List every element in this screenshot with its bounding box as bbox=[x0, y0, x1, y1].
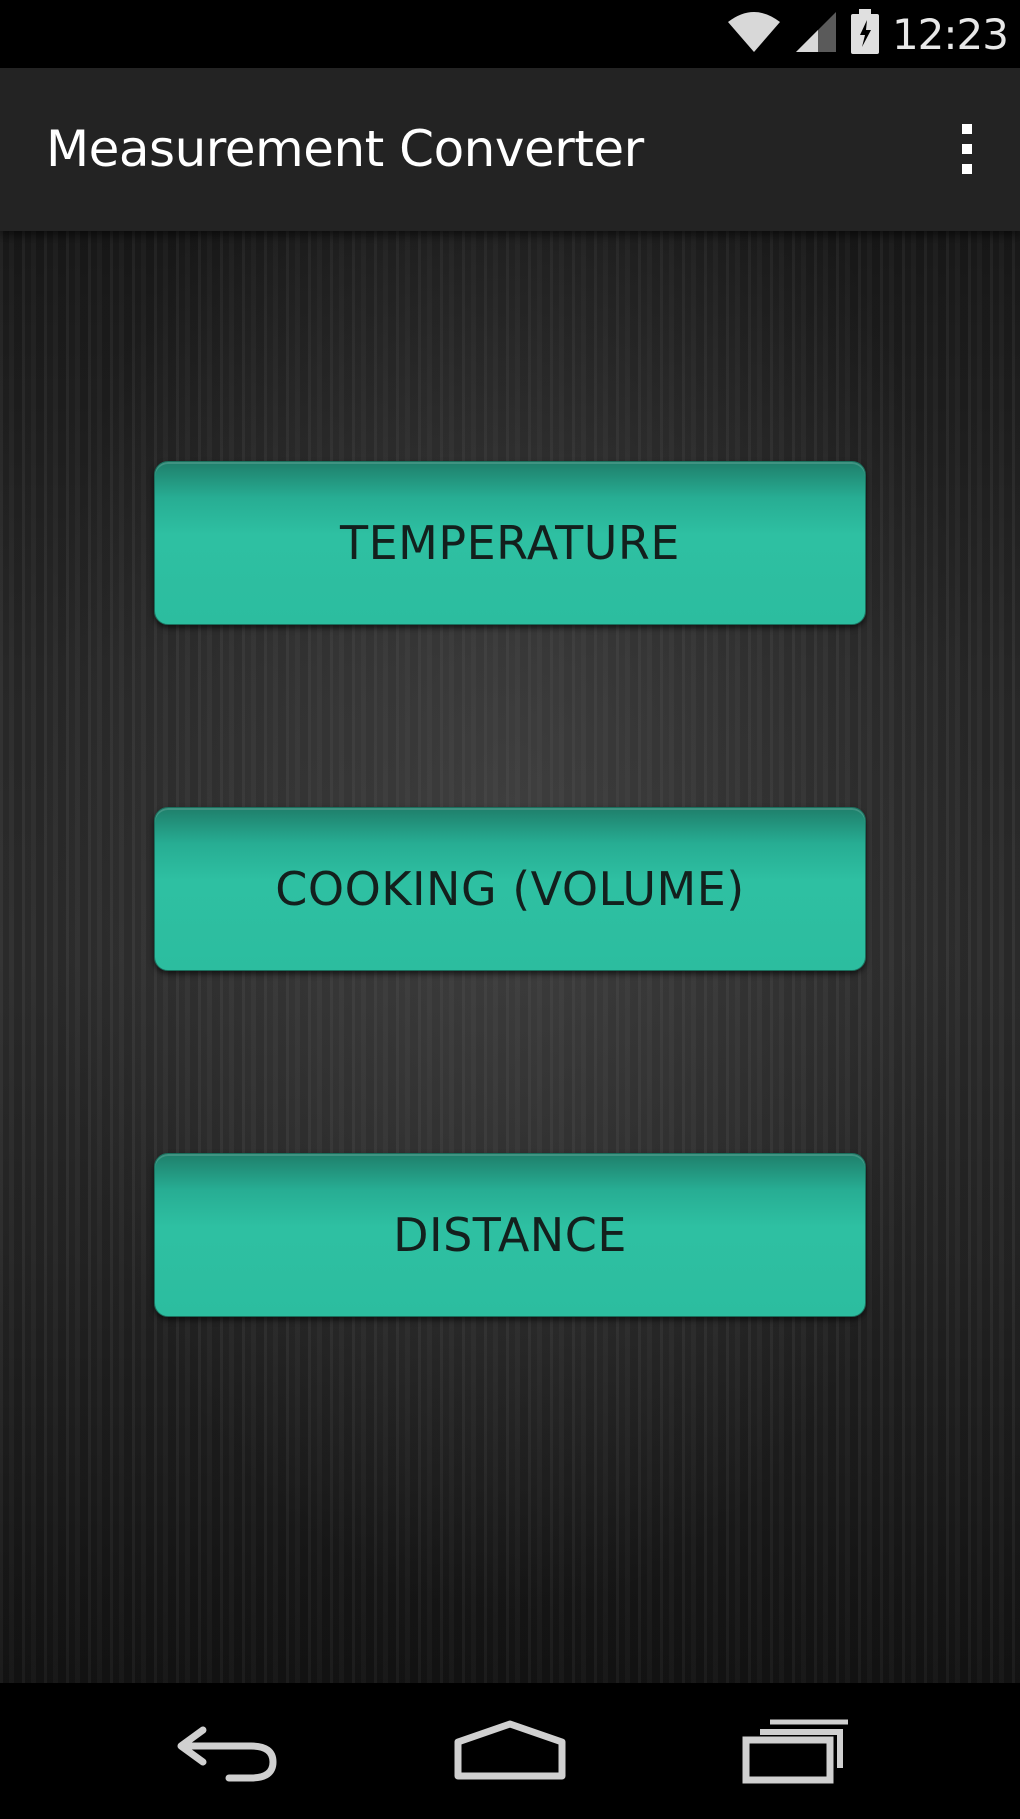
main-content: TEMPERATURE COOKING (VOLUME) DISTANCE bbox=[0, 231, 1020, 1683]
home-icon[interactable] bbox=[440, 1711, 580, 1791]
action-bar: Measurement Converter bbox=[0, 68, 1020, 231]
back-icon[interactable] bbox=[158, 1711, 298, 1791]
cooking-volume-button-label: COOKING (VOLUME) bbox=[275, 862, 745, 916]
status-icons: 12:23 bbox=[726, 0, 1009, 68]
app-title: Measurement Converter bbox=[46, 120, 644, 178]
cooking-volume-button[interactable]: COOKING (VOLUME) bbox=[154, 807, 866, 971]
cell-signal-icon bbox=[794, 10, 838, 58]
wifi-icon bbox=[726, 10, 782, 58]
distance-button-label: DISTANCE bbox=[393, 1208, 627, 1262]
overflow-menu-icon[interactable] bbox=[952, 120, 982, 180]
temperature-button[interactable]: TEMPERATURE bbox=[154, 461, 866, 625]
temperature-button-label: TEMPERATURE bbox=[340, 516, 680, 570]
battery-icon bbox=[850, 9, 880, 59]
status-bar: 12:23 bbox=[0, 0, 1020, 68]
app-screen: 12:23 Measurement Converter TEMPERATURE … bbox=[0, 0, 1020, 1819]
recent-apps-icon[interactable] bbox=[725, 1711, 865, 1791]
status-time: 12:23 bbox=[891, 9, 1009, 59]
navigation-bar bbox=[0, 1683, 1020, 1819]
distance-button[interactable]: DISTANCE bbox=[154, 1153, 866, 1317]
